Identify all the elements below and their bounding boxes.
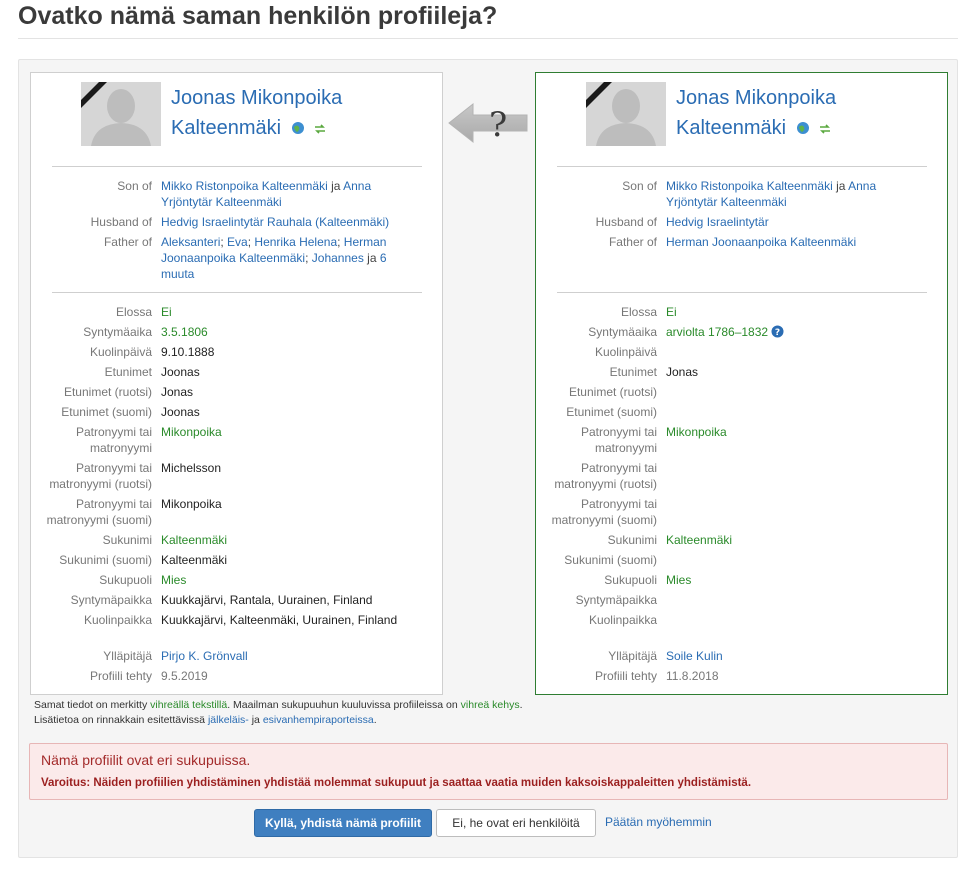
right-profile-name: Jonas Mikonpoika Kalteenmäki — [676, 83, 916, 144]
child-link[interactable]: Henrika Helena — [254, 235, 337, 249]
spouse-link[interactable]: Hedvig Israelintytär Rauhala (Kalteenmäk… — [161, 215, 389, 229]
left-profile-card: Joonas Mikonpoika Kalteenmäki Son of Mikk… — [30, 72, 443, 695]
legend-note: Samat tiedot on merkitty vihreällä tekst… — [34, 699, 523, 726]
decide-later-link[interactable]: Päätän myöhemmin — [605, 809, 715, 837]
child-link[interactable]: Johannes — [312, 251, 364, 265]
manager-link[interactable]: Soile Kulin — [666, 649, 723, 663]
page-title: Ovatko nämä saman henkilön profiileja? — [18, 2, 498, 30]
child-link[interactable]: Herman Joonaanpoika Kalteenmäki — [666, 235, 856, 249]
label: Husband of — [90, 215, 152, 229]
left-profile-name: Joonas Mikonpoika Kalteenmäki — [171, 83, 411, 144]
silhouette-icon — [586, 82, 666, 146]
value: Hedvig Israelintytär Rauhala (Kalteenmäk… — [161, 214, 401, 230]
globe-icon — [796, 114, 810, 144]
relationship-arrows-icon[interactable] — [819, 114, 831, 144]
label: Father of — [103, 235, 152, 249]
alert-title: Nämä profiilit ovat eri sukupuissa. — [41, 752, 251, 768]
divider — [557, 292, 927, 293]
divider — [52, 292, 422, 293]
not-same-person-button[interactable]: Ei, he ovat eri henkilöitä — [436, 809, 596, 837]
globe-icon — [291, 114, 305, 144]
descendants-report-link[interactable]: jälkeläis- — [208, 714, 249, 726]
different-trees-alert: Nämä profiilit ovat eri sukupuissa. Varo… — [29, 743, 948, 800]
svg-text:?: ? — [489, 105, 507, 145]
relationship-arrows-icon[interactable] — [314, 114, 326, 144]
right-avatar — [586, 82, 666, 146]
divider — [557, 166, 927, 167]
alert-warning: Varoitus: Näiden profiilien yhdistäminen… — [41, 777, 752, 789]
merge-arrow-icon: ? — [448, 102, 528, 145]
ancestors-report-link[interactable]: esivanhempiraporteissa — [263, 714, 374, 726]
svg-text:?: ? — [775, 328, 780, 338]
merge-button[interactable]: Kyllä, yhdistä nämä profiilit — [254, 809, 432, 837]
value: Mikko Ristonpoika Kalteenmäki ja Anna Yr… — [161, 179, 372, 209]
left-avatar — [81, 82, 161, 146]
label: Son of — [117, 179, 152, 193]
spouse-link[interactable]: Hedvig Israelintytär — [666, 215, 769, 229]
title-divider — [18, 38, 958, 39]
right-profile-card: Jonas Mikonpoika Kalteenmäki Son of Mikko… — [535, 72, 948, 695]
child-link[interactable]: Eva — [227, 235, 248, 249]
silhouette-icon — [81, 82, 161, 146]
child-link[interactable]: Aleksanteri — [161, 235, 220, 249]
comparison-panel: Joonas Mikonpoika Kalteenmäki Son of Mikk… — [18, 59, 958, 858]
manager-link[interactable]: Pirjo K. Grönvall — [161, 649, 248, 663]
right-name-link[interactable]: Jonas Mikonpoika Kalteenmäki — [676, 87, 836, 139]
parent-link[interactable]: Mikko Ristonpoika Kalteenmäki — [161, 179, 328, 193]
parent-link[interactable]: Mikko Ristonpoika Kalteenmäki — [666, 179, 833, 193]
divider — [52, 166, 422, 167]
help-icon[interactable]: ? — [771, 325, 784, 338]
value: Aleksanteri; Eva; Henrika Helena; Herman… — [161, 235, 387, 281]
